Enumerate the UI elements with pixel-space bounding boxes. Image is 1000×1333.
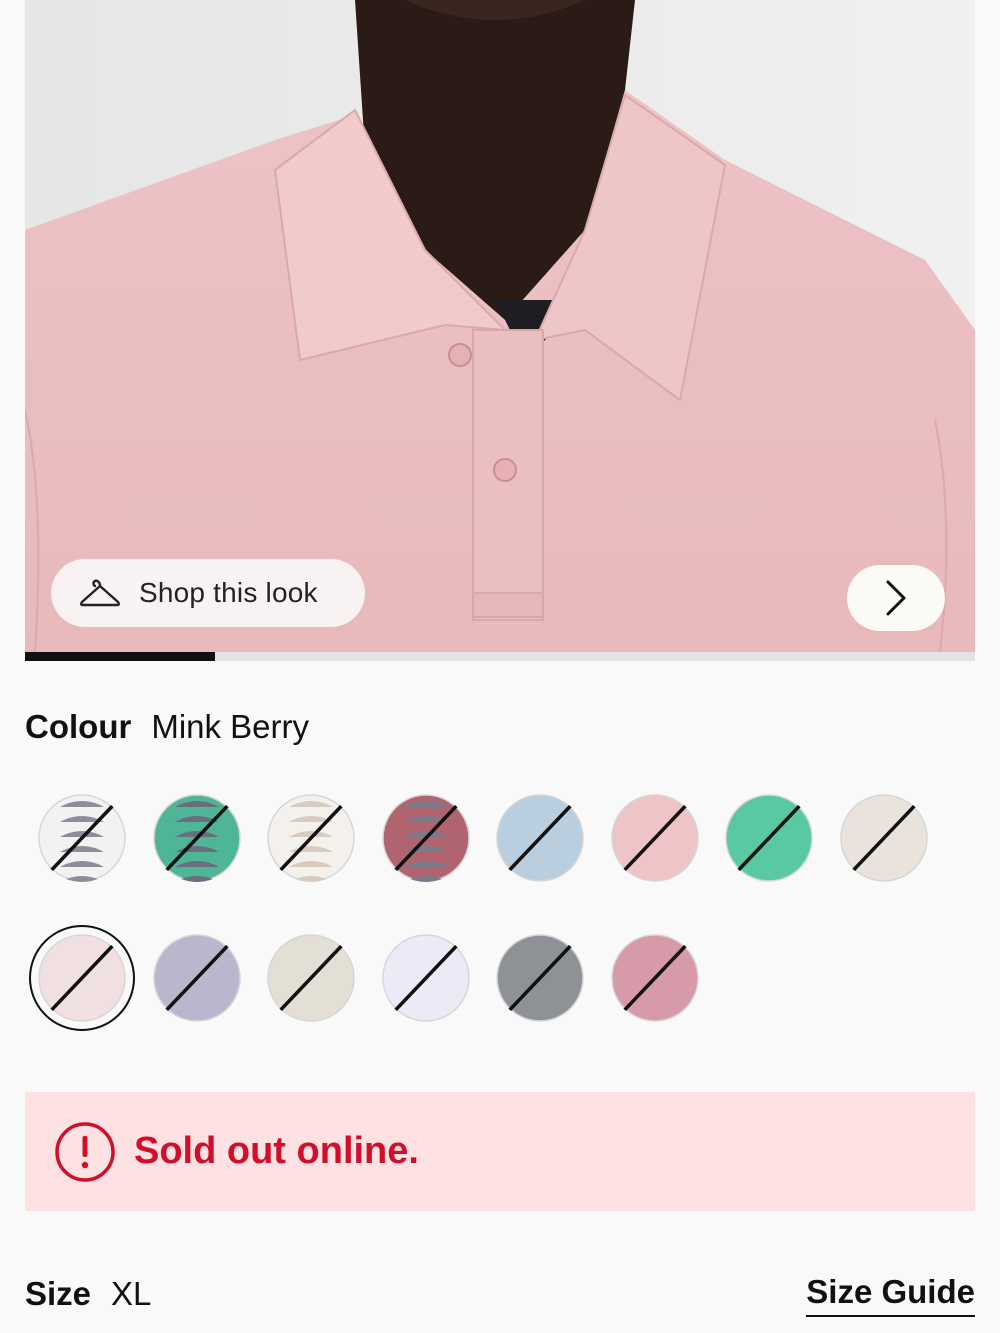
colour-swatch[interactable]: [382, 794, 470, 882]
shop-this-look-label: Shop this look: [139, 577, 318, 608]
colour-swatch[interactable]: [610, 934, 699, 1022]
hanger-icon: [80, 579, 120, 607]
shop-this-look-button[interactable]: Shop this look: [51, 559, 365, 627]
colour-swatch[interactable]: [725, 794, 813, 882]
colour-swatch[interactable]: [610, 794, 699, 882]
colour-swatch[interactable]: [38, 934, 126, 1022]
sold-out-message: Sold out online.: [134, 1130, 419, 1172]
sold-out-alert: Sold out online.: [25, 1092, 975, 1211]
colour-swatch[interactable]: [267, 934, 355, 1022]
colour-label: Colour: [25, 708, 132, 745]
colour-swatch[interactable]: [381, 934, 470, 1022]
colour-selected-value: Mink Berry: [151, 708, 310, 745]
product-image[interactable]: Shop this look: [25, 0, 975, 652]
colour-swatch[interactable]: [496, 794, 584, 882]
chevron-right-icon: [886, 580, 906, 616]
product-photo: [25, 0, 975, 652]
colour-swatch[interactable]: [152, 934, 241, 1022]
size-guide-link[interactable]: Size Guide: [806, 1273, 975, 1317]
next-image-button[interactable]: [847, 565, 945, 631]
size-selected-value: XL: [111, 1275, 152, 1312]
size-row: Size XL: [25, 1275, 151, 1313]
alert-icon: [55, 1121, 115, 1182]
colour-swatch[interactable]: [153, 794, 241, 882]
colour-swatch[interactable]: [267, 794, 355, 882]
colour-swatch[interactable]: [38, 794, 126, 882]
size-label: Size: [25, 1275, 92, 1312]
carousel-progress: [25, 652, 975, 661]
colour-swatch[interactable]: [496, 934, 584, 1022]
colour-swatch[interactable]: [839, 794, 928, 882]
carousel-progress-fill: [25, 652, 215, 661]
colour-row: Colour Mink Berry: [25, 708, 309, 746]
